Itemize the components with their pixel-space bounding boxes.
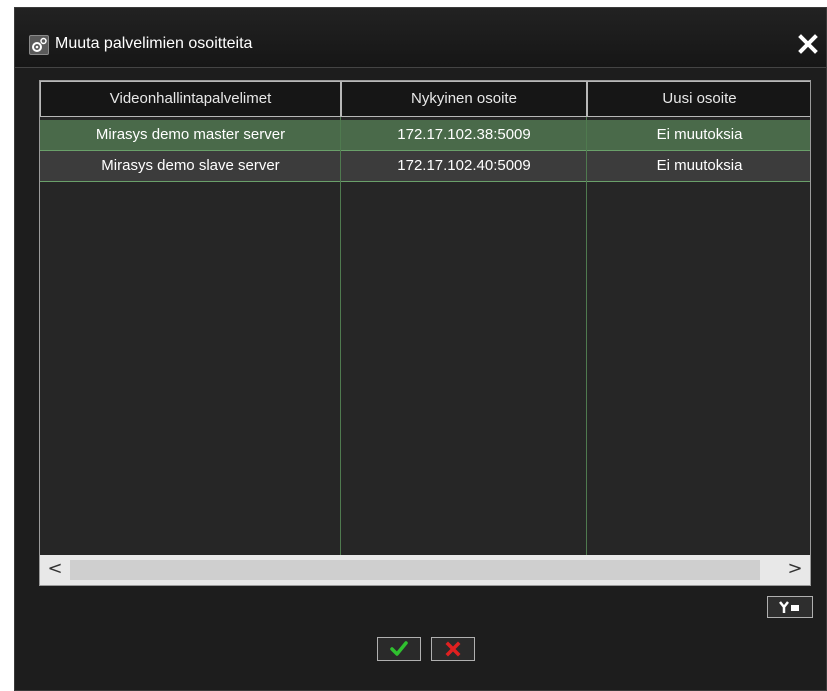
servers-gear-icon	[29, 35, 49, 55]
close-icon	[798, 34, 818, 54]
column-settings-button[interactable]	[767, 596, 813, 618]
checkmark-icon	[390, 641, 408, 656]
cell-server: Mirasys demo master server	[95, 126, 286, 143]
x-cancel-icon	[445, 641, 461, 657]
table-header: Videonhallintapalvelimet Nykyinen osoite…	[40, 81, 810, 117]
column-header-servers[interactable]: Videonhallintapalvelimet	[40, 81, 341, 117]
cell-new-address[interactable]: Ei muutoksia	[587, 120, 810, 150]
title-bar: Muuta palvelimien osoitteita	[15, 8, 826, 68]
column-settings-icon	[779, 601, 799, 613]
column-divider	[340, 117, 341, 555]
column-divider	[586, 117, 587, 555]
cell-server: Mirasys demo slave server	[101, 157, 280, 174]
horizontal-scrollbar[interactable]: < >	[40, 555, 810, 585]
dialog-title: Muuta palvelimien osoitteita	[55, 35, 253, 52]
scroll-thumb[interactable]	[70, 560, 760, 580]
table-row[interactable]: Mirasys demo slave server 172.17.102.40:…	[40, 151, 810, 182]
column-header-current-address[interactable]: Nykyinen osoite	[341, 81, 587, 117]
servers-table: Videonhallintapalvelimet Nykyinen osoite…	[39, 80, 811, 586]
table-row[interactable]: Mirasys demo master server 172.17.102.38…	[40, 120, 810, 151]
cell-new-address[interactable]: Ei muutoksia	[587, 151, 810, 181]
cell-current-address: 172.17.102.38:5009	[397, 126, 531, 143]
column-header-new-address[interactable]: Uusi osoite	[587, 81, 810, 117]
scroll-left-button[interactable]: <	[40, 555, 70, 585]
ok-button[interactable]	[377, 637, 421, 661]
close-button[interactable]	[796, 32, 820, 56]
change-server-addresses-dialog: Muuta palvelimien osoitteita Videonhalli…	[14, 7, 827, 691]
scroll-right-button[interactable]: >	[780, 555, 810, 585]
cancel-button[interactable]	[431, 637, 475, 661]
cell-current-address: 172.17.102.40:5009	[397, 157, 531, 174]
